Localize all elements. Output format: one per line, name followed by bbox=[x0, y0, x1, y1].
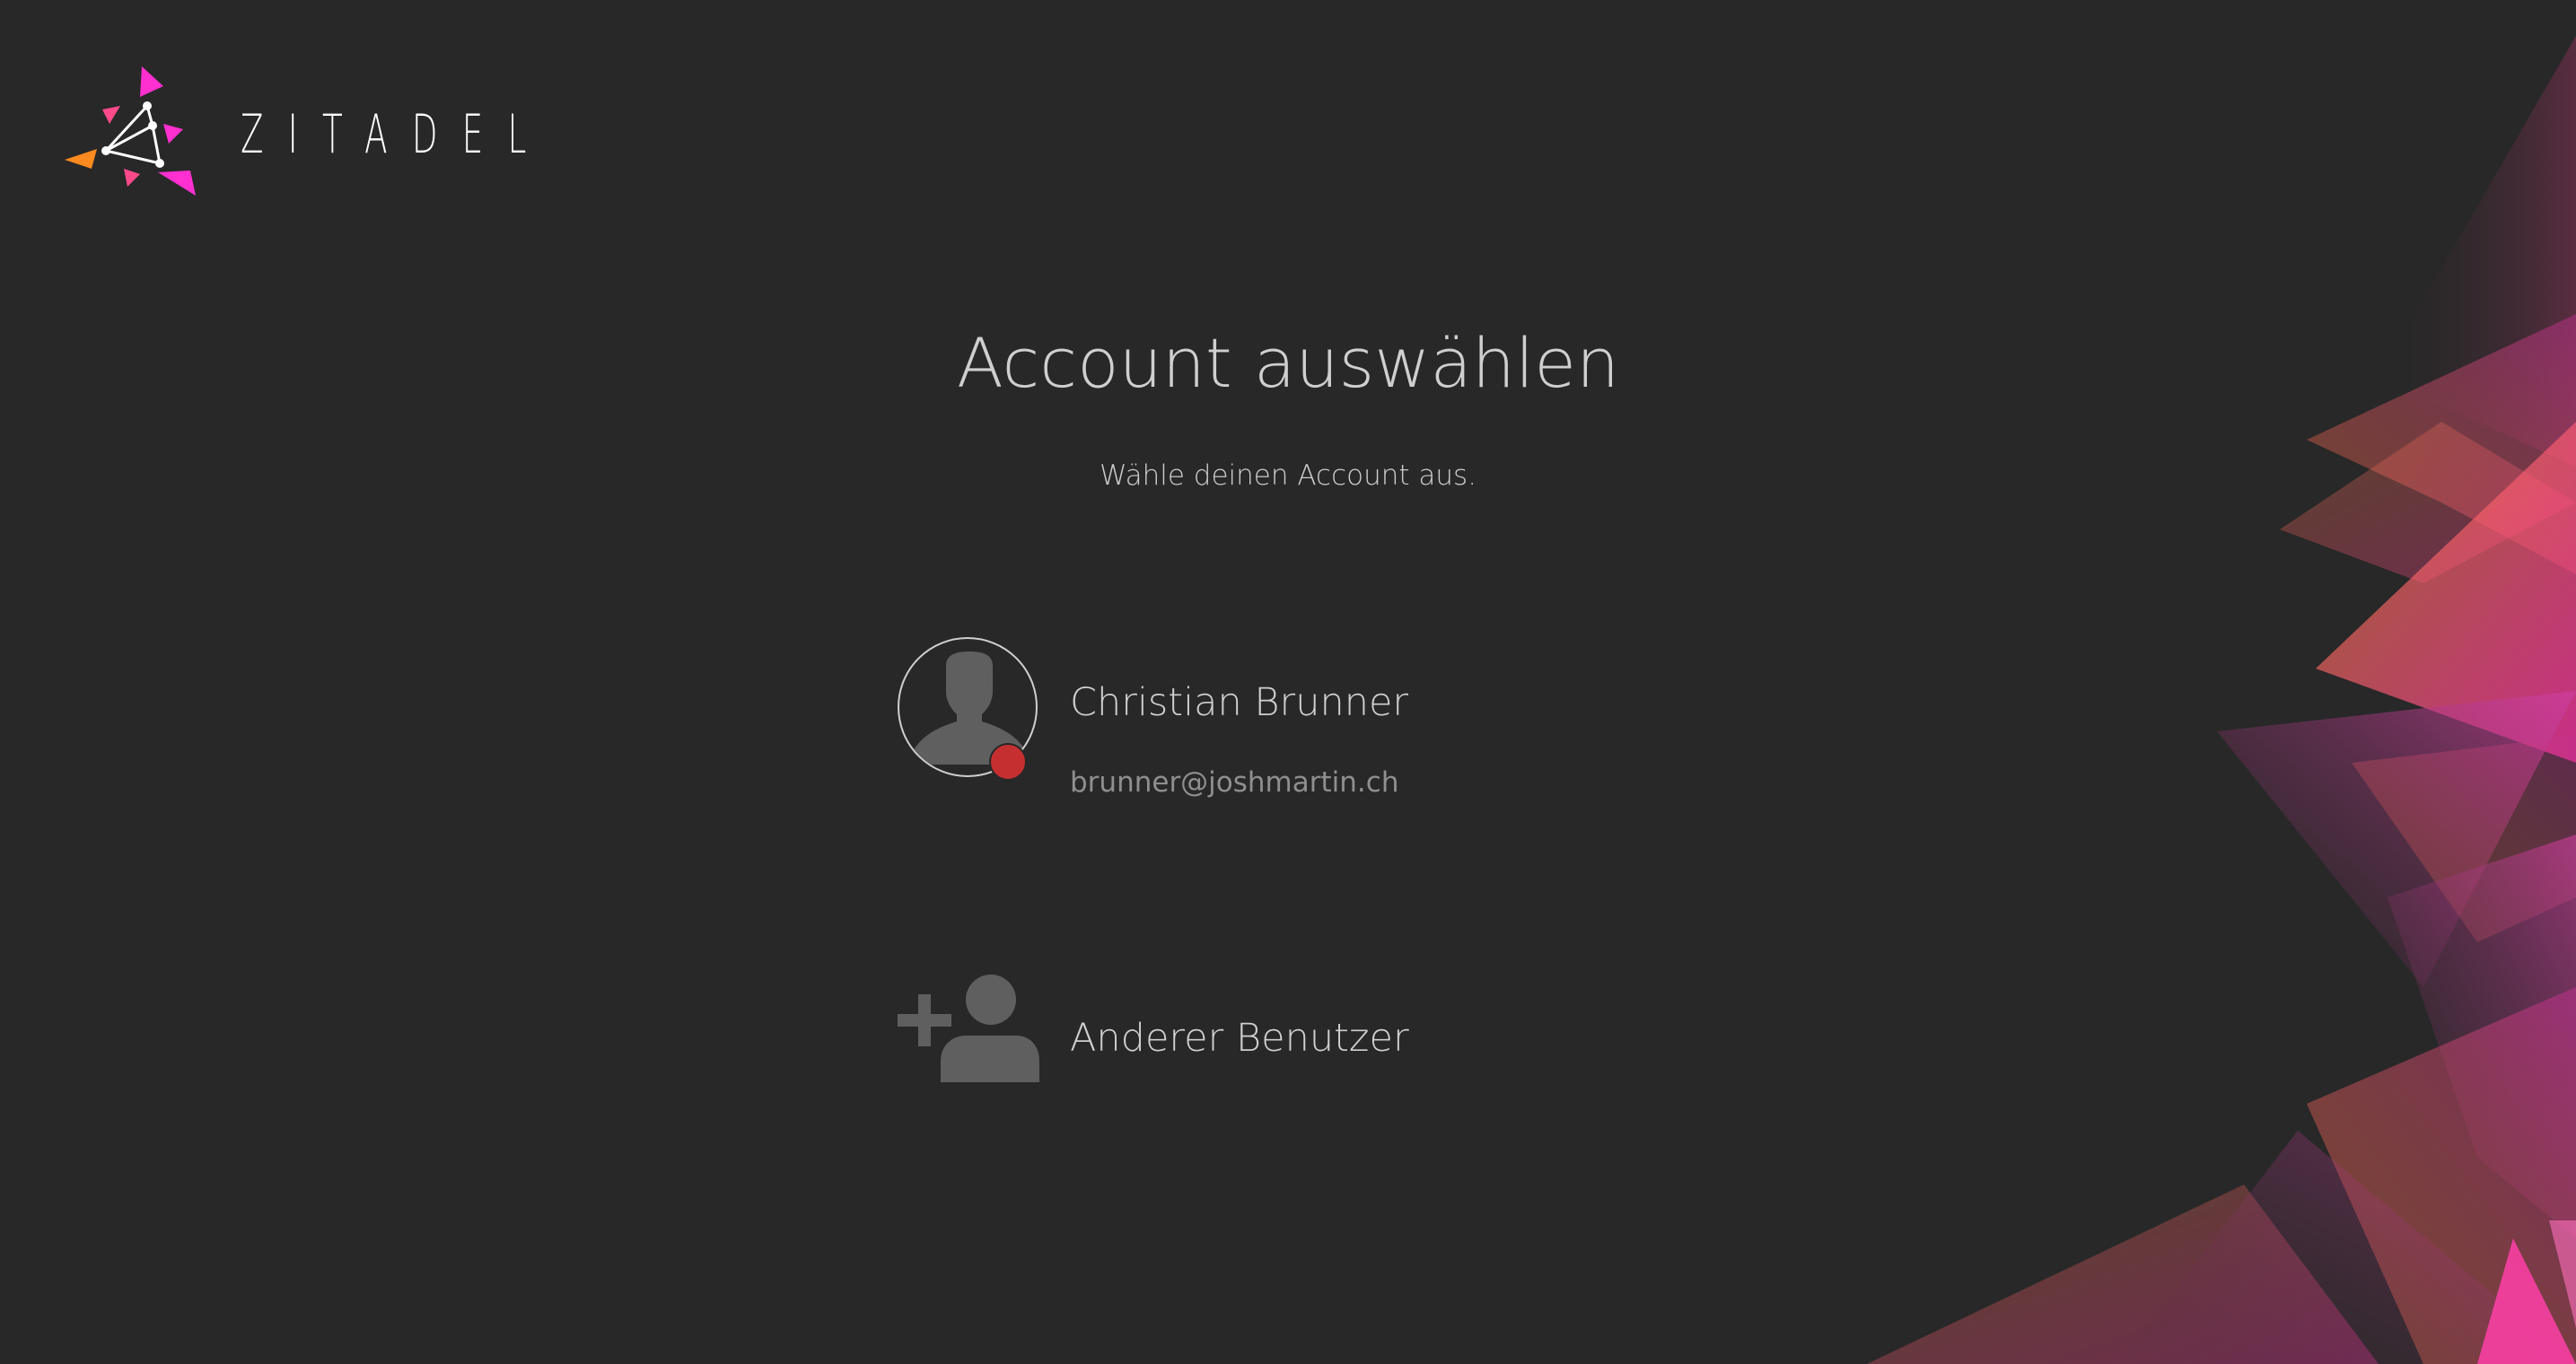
account-name: Christian Brunner bbox=[1070, 680, 1409, 725]
account-email: brunner@joshmartin.ch bbox=[1070, 766, 1399, 799]
account-item[interactable]: Christian Brunner brunner@joshmartin.ch bbox=[898, 637, 1436, 799]
other-user-label: Anderer Benutzer bbox=[1070, 1016, 1409, 1061]
page-subtitle: Wähle deinen Account aus. bbox=[1099, 459, 1477, 492]
zitadel-logo: ZITADEL bbox=[65, 66, 740, 197]
status-indicator bbox=[989, 743, 1027, 781]
brand-name: ZITADEL bbox=[241, 103, 551, 166]
zitadel-logo-mark-icon bbox=[65, 66, 196, 196]
page-title: Account auswählen bbox=[956, 323, 1620, 403]
other-user-button[interactable]: Anderer Benutzer bbox=[898, 975, 1436, 1086]
add-person-icon bbox=[898, 975, 1039, 1082]
